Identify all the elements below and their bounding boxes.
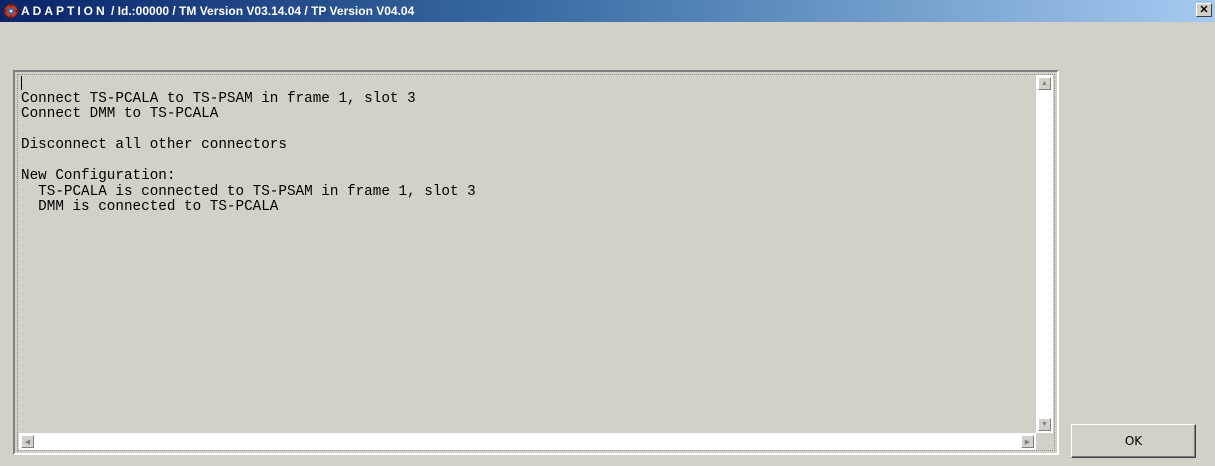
window-title-app: ADAPTION: [21, 4, 108, 18]
text-line: Disconnect all other connectors: [21, 137, 287, 153]
scroll-corner: [1036, 433, 1053, 450]
text-line-caret: [21, 76, 1029, 92]
ok-button-label: OK: [1124, 434, 1143, 448]
close-button[interactable]: ✕: [1196, 3, 1212, 17]
text-line: DMM is connected to TS-PCALA: [21, 199, 279, 215]
horizontal-scrollbar[interactable]: ◀ ▶: [19, 433, 1036, 450]
text-caret: [21, 76, 22, 90]
text-line: Connect TS-PCALA to TS-PSAM in frame 1, …: [21, 90, 416, 107]
arrow-down-icon: ▼: [1041, 421, 1048, 428]
text-line: New Configuration:: [21, 168, 176, 184]
vertical-scrollbar[interactable]: ▲ ▼: [1036, 75, 1053, 433]
arrow-up-icon: ▲: [1041, 80, 1048, 87]
text-line: [21, 123, 1029, 139]
message-panel: Connect TS-PCALA to TS-PSAM in frame 1, …: [13, 70, 1059, 455]
title-bar[interactable]: ADAPTION / Id.:00000 / TM Version V03.14…: [0, 0, 1215, 22]
window-title-info: / Id.:00000 / TM Version V03.14.04 / TP …: [107, 4, 415, 18]
message-text[interactable]: Connect TS-PCALA to TS-PSAM in frame 1, …: [21, 76, 1029, 431]
scroll-left-button[interactable]: ◀: [21, 435, 34, 448]
text-line: Connect DMM to TS-PCALA: [21, 106, 219, 122]
ok-button[interactable]: OK: [1071, 424, 1196, 458]
text-line: [21, 154, 1029, 170]
close-icon: ✕: [1199, 3, 1209, 16]
scroll-up-button[interactable]: ▲: [1038, 77, 1051, 90]
arrow-left-icon: ◀: [24, 438, 31, 446]
app-gear-icon: [3, 3, 19, 19]
scroll-right-button[interactable]: ▶: [1021, 435, 1034, 448]
arrow-right-icon: ▶: [1024, 438, 1031, 446]
text-line: TS-PCALA is connected to TS-PSAM in fram…: [21, 183, 476, 200]
scroll-down-button[interactable]: ▼: [1038, 418, 1051, 431]
window-title: ADAPTION / Id.:00000 / TM Version V03.14…: [21, 4, 414, 18]
